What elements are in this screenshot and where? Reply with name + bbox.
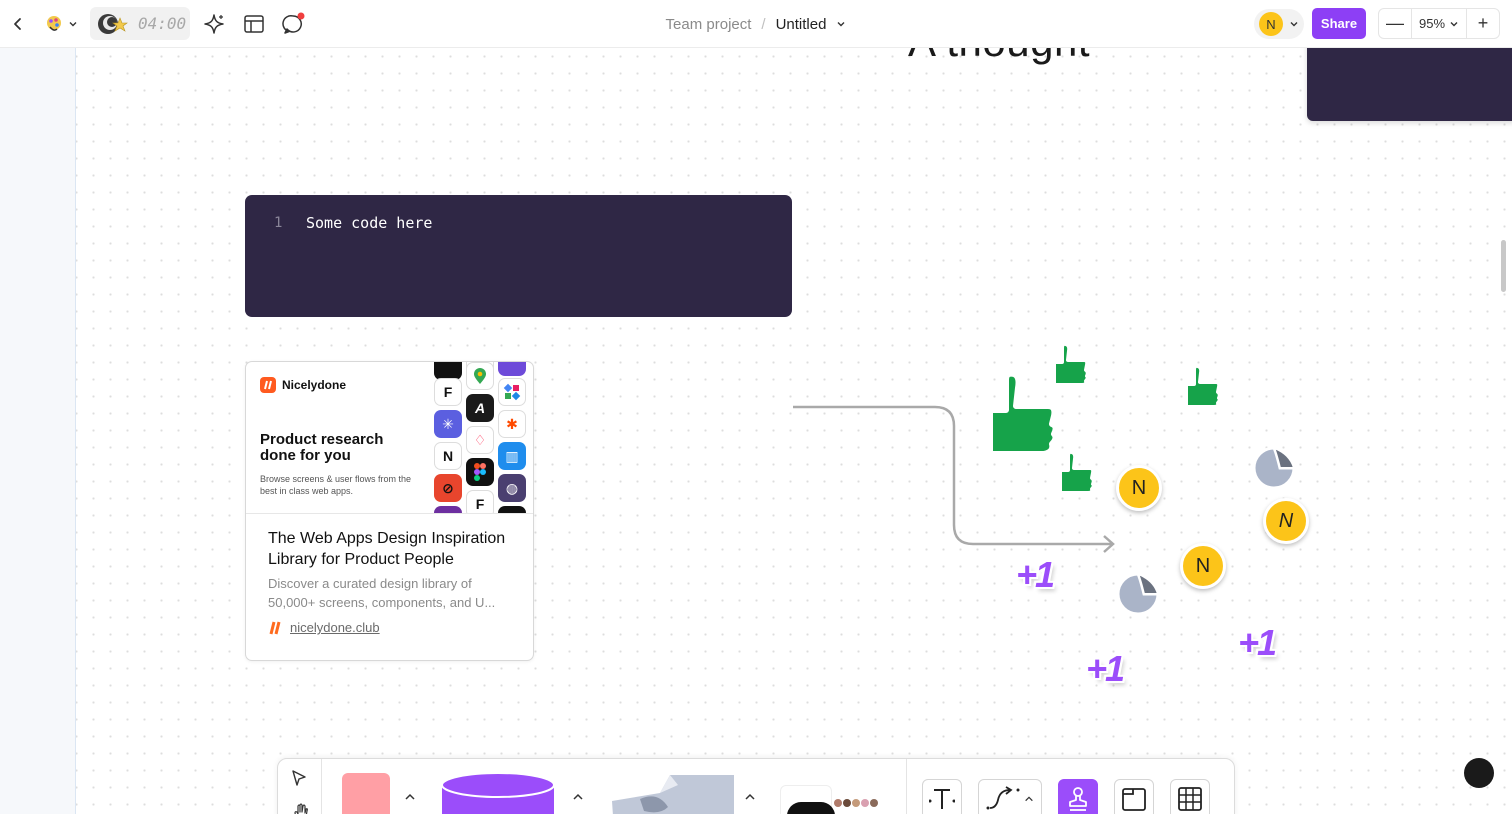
app-icon: ▥ [498, 442, 526, 470]
avatar-sticker[interactable]: N [1180, 543, 1226, 589]
table-tool[interactable] [1170, 779, 1210, 814]
chevron-up-icon [405, 793, 415, 800]
zoom-control: — 95% + [1378, 8, 1500, 39]
hand-tool[interactable] [292, 803, 310, 814]
template-tool[interactable] [780, 785, 835, 814]
app-icon [498, 378, 526, 406]
code-line-number: 1 [274, 215, 283, 231]
plus-one-sticker[interactable]: +1 [1238, 622, 1277, 664]
app-icon: A [466, 394, 494, 422]
help-button[interactable] [1464, 758, 1494, 788]
bottom-toolbar [277, 758, 1235, 814]
app-icon [466, 458, 494, 486]
sticker-more-button[interactable] [744, 789, 756, 807]
avatar-sticker[interactable]: N [1263, 498, 1309, 544]
sticky-note-tool[interactable] [342, 773, 390, 814]
app-icon: F [434, 378, 462, 406]
zoom-level: 95% [1418, 16, 1446, 31]
breadcrumb-separator: / [761, 15, 766, 33]
toolbar-divider [906, 759, 907, 814]
avatar-sticker[interactable]: N [1116, 465, 1162, 511]
frame-tool[interactable] [1114, 779, 1154, 814]
top-bar: 04:00 Team project / Untitled N Share — … [0, 0, 1512, 48]
document-title[interactable]: Untitled [776, 16, 827, 33]
app-icon [498, 362, 526, 376]
frame-icon [1122, 788, 1146, 811]
app-icon: ◍ [498, 474, 526, 502]
app-icon [498, 506, 526, 513]
stamp-icon [1069, 787, 1087, 811]
code-content[interactable]: Some code here [306, 214, 432, 232]
vertical-scrollbar[interactable] [1501, 240, 1506, 292]
link-card-url[interactable]: nicelydone.club [290, 620, 380, 635]
template-preview-shape [787, 802, 835, 814]
preview-subtitle: Browse screens & user flows from the bes… [260, 474, 412, 496]
toolbar-divider [321, 759, 322, 814]
shape-more-button[interactable] [572, 789, 584, 807]
link-card-description: Discover a curated design library of 50,… [268, 576, 496, 610]
title-chevron-down-icon[interactable] [836, 19, 846, 29]
text-tool[interactable] [922, 779, 962, 814]
app-icon: N [434, 442, 462, 470]
app-icons-grid: F A ✳ ✱ ♢ N ▥ ⊘ ◍ F [432, 362, 532, 513]
app-icon: F [466, 490, 494, 513]
map-pin-app-icon [466, 362, 494, 390]
avatar: N [1259, 12, 1283, 36]
thumbs-up-sticker-icon[interactable] [1180, 362, 1224, 410]
select-tool[interactable] [290, 769, 310, 789]
chevron-down-icon [1290, 22, 1298, 27]
zoom-level-dropdown[interactable]: 95% [1411, 9, 1467, 38]
chevron-up-icon [745, 793, 755, 800]
preview-headline: Product research done for you [260, 431, 384, 464]
chevron-up-icon [573, 793, 583, 800]
table-icon [1178, 787, 1202, 811]
code-block[interactable]: 1 Some code here [245, 195, 792, 317]
link-card-url-row[interactable]: nicelydone.club [268, 620, 380, 635]
sticker-tool[interactable] [600, 771, 736, 814]
whiteboard-canvas[interactable]: A thought 1 Some code here Nicelydone Pr… [0, 48, 1512, 814]
app-icon: ♢ [466, 426, 494, 454]
preview-brand: Nicelydone [260, 377, 346, 393]
text-icon [929, 789, 955, 809]
dark-note-card[interactable] [1307, 48, 1512, 121]
peeled-sticker-icon[interactable] [1250, 446, 1298, 490]
plus-one-sticker[interactable]: +1 [1016, 554, 1055, 596]
chevron-up-icon [1025, 796, 1033, 802]
thumbs-up-sticker-icon[interactable] [1048, 340, 1092, 388]
zoom-out-button[interactable]: — [1379, 9, 1411, 38]
sticky-note-more-button[interactable] [404, 789, 416, 807]
site-favicon-icon [269, 621, 281, 634]
stamp-avatars-tool[interactable] [834, 793, 888, 813]
app-icon: ✱ [498, 410, 526, 438]
user-menu[interactable]: N [1254, 9, 1304, 39]
select-cursor-icon [292, 770, 306, 786]
chevron-down-icon [1450, 21, 1458, 26]
app-icon: ⊘ [434, 474, 462, 502]
link-card-title: The Web Apps Design Inspiration Library … [268, 530, 506, 568]
peeled-sticker-icon[interactable] [1114, 571, 1162, 617]
preview-brand-name: Nicelydone [282, 378, 347, 392]
link-preview-card[interactable]: Nicelydone Product research done for you… [245, 361, 534, 661]
connector-icon [986, 786, 1020, 810]
app-icon [434, 506, 462, 513]
share-button[interactable]: Share [1312, 8, 1366, 39]
connector-tool[interactable] [978, 779, 1042, 814]
left-frame-edge [0, 48, 76, 814]
breadcrumb-project[interactable]: Team project [666, 16, 752, 33]
shape-cylinder-tool[interactable] [440, 771, 556, 814]
link-preview-image: Nicelydone Product research done for you… [246, 362, 533, 514]
app-icon: ✳ [434, 410, 462, 438]
brand-logo-icon [260, 377, 276, 393]
hand-pan-icon [294, 803, 308, 814]
canvas-heading-text[interactable]: A thought [908, 48, 1090, 66]
connector-arrow[interactable] [0, 48, 1512, 814]
plus-one-sticker[interactable]: +1 [1086, 648, 1125, 690]
thumbs-up-sticker-icon[interactable] [1054, 448, 1098, 496]
stamp-tool[interactable] [1058, 779, 1098, 814]
zoom-in-button[interactable]: + [1467, 9, 1499, 38]
